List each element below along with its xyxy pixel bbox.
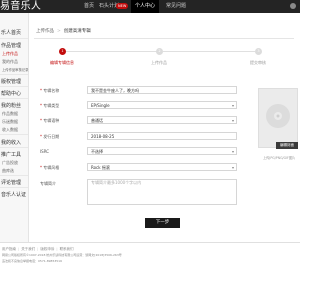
breadcrumb-current: 创建高清专辑: [63, 29, 91, 34]
step-1-indicator: 1: [59, 48, 66, 55]
disc-icon: [266, 104, 290, 128]
footer-links: 用户指南 | 关于我们 | 版权申诉 | 联系我们: [2, 247, 74, 251]
next-step-button[interactable]: 下一步: [145, 218, 180, 228]
edit-cover-button[interactable]: 编辑封面: [276, 142, 298, 149]
sidebar-item-fans[interactable]: 我的粉丝: [1, 102, 21, 109]
album-name-input[interactable]: 我不是金牛座人了，晚方吗: [87, 86, 237, 94]
app-logo[interactable]: 易音乐人: [0, 0, 41, 13]
sidebar-item-works[interactable]: 作品管理: [1, 42, 21, 49]
sidebar-sub-income-data[interactable]: 收入数据: [2, 127, 18, 133]
release-date-input[interactable]: 2018-08-25: [87, 132, 237, 140]
genre-select[interactable]: Rock 摇滚: [87, 163, 237, 171]
album-cover-placeholder[interactable]: [258, 88, 298, 148]
sidebar-sub-library[interactable]: 曲库选: [2, 168, 14, 174]
footer-link-about[interactable]: 关于我们: [21, 247, 35, 251]
breadcrumb-divider: [34, 38, 294, 39]
sidebar-divider: [0, 187, 28, 188]
sidebar-sub-fan-data[interactable]: 乐迷数据: [2, 119, 18, 125]
avatar[interactable]: [290, 3, 296, 9]
footer-link-copyright[interactable]: 版权申诉: [40, 247, 54, 251]
sidebar-item-income[interactable]: 我的收入: [1, 139, 21, 146]
album-lang-select[interactable]: 普通话: [87, 116, 237, 124]
sidebar-sub-ads[interactable]: 广告投放: [2, 160, 18, 166]
album-name-label: * 专辑名称: [40, 88, 60, 93]
step-3-label: 提交审核: [250, 60, 266, 65]
sidebar-item-verify[interactable]: 音乐人认证: [1, 191, 26, 198]
sidebar-item-help[interactable]: 帮助中心: [1, 90, 21, 97]
breadcrumb: 上传作品 > 创建高清专辑: [36, 29, 91, 34]
intro-textarea[interactable]: 专辑简介最多1000个字以内: [87, 179, 237, 205]
genre-label: * 专辑风格: [40, 165, 60, 170]
album-type-label: * 专辑类型: [40, 103, 60, 108]
step-connector: [66, 51, 158, 52]
isrc-select[interactable]: 不选择: [87, 147, 237, 155]
sidebar-item-copyright[interactable]: 版权管理: [1, 78, 21, 85]
footer-link-guide[interactable]: 用户指南: [2, 247, 16, 251]
sidebar-divider: [0, 147, 28, 148]
sidebar-item-comments[interactable]: 评论管理: [1, 179, 21, 186]
nav-personal-center[interactable]: 个人中心: [131, 0, 160, 13]
new-badge: NEW: [116, 3, 129, 9]
intro-placeholder: 专辑简介最多1000个字以内: [91, 180, 142, 185]
sidebar-item-home[interactable]: 乐人首页: [1, 29, 21, 36]
step-1-label: 编辑专辑信息: [50, 60, 74, 65]
album-lang-label: * 专辑语种: [40, 118, 60, 123]
sidebar-sub-work-data[interactable]: 作品数据: [2, 111, 18, 117]
isrc-label: ISRC: [40, 149, 50, 154]
step-connector: [163, 51, 255, 52]
sidebar-item-promo[interactable]: 推广工具: [1, 151, 21, 158]
footer-link-contact[interactable]: 联系我们: [60, 247, 74, 251]
nav-faq[interactable]: 常见问题: [166, 0, 186, 13]
sidebar-divider: [0, 38, 28, 39]
nav-home[interactable]: 首页: [84, 0, 94, 13]
step-3-indicator: 3: [255, 48, 262, 55]
sidebar-sub-review[interactable]: 上传作品审核记录: [2, 67, 28, 72]
sidebar-sub-upload[interactable]: 上传作品: [2, 51, 18, 57]
sidebar-divider: [0, 98, 28, 99]
cover-tip: 上传JPG/PNG/GIF图片: [263, 156, 296, 160]
footer-copyright: 网易公司版权所有©1997-2018 杭州乐读科技有限公司运营：浙网文[2018…: [2, 253, 122, 257]
release-date-label: * 发行日期: [40, 134, 60, 139]
intro-label: 专辑简介: [40, 181, 56, 186]
step-2-indicator: 2: [156, 48, 163, 55]
sidebar-divider: [0, 175, 28, 176]
step-2-label: 上传作品: [151, 60, 167, 65]
sidebar-sub-my-works[interactable]: 我的作品: [2, 59, 18, 65]
breadcrumb-root[interactable]: 上传作品: [36, 29, 54, 34]
album-type-select[interactable]: EP/Single: [87, 101, 237, 109]
footer-report: 违法和不良信息举报电话：0571-89853516: [2, 259, 62, 263]
footer-divider: [0, 242, 300, 243]
sidebar-divider: [0, 86, 28, 87]
sidebar-divider: [0, 74, 28, 75]
sidebar-divider: [0, 134, 28, 135]
